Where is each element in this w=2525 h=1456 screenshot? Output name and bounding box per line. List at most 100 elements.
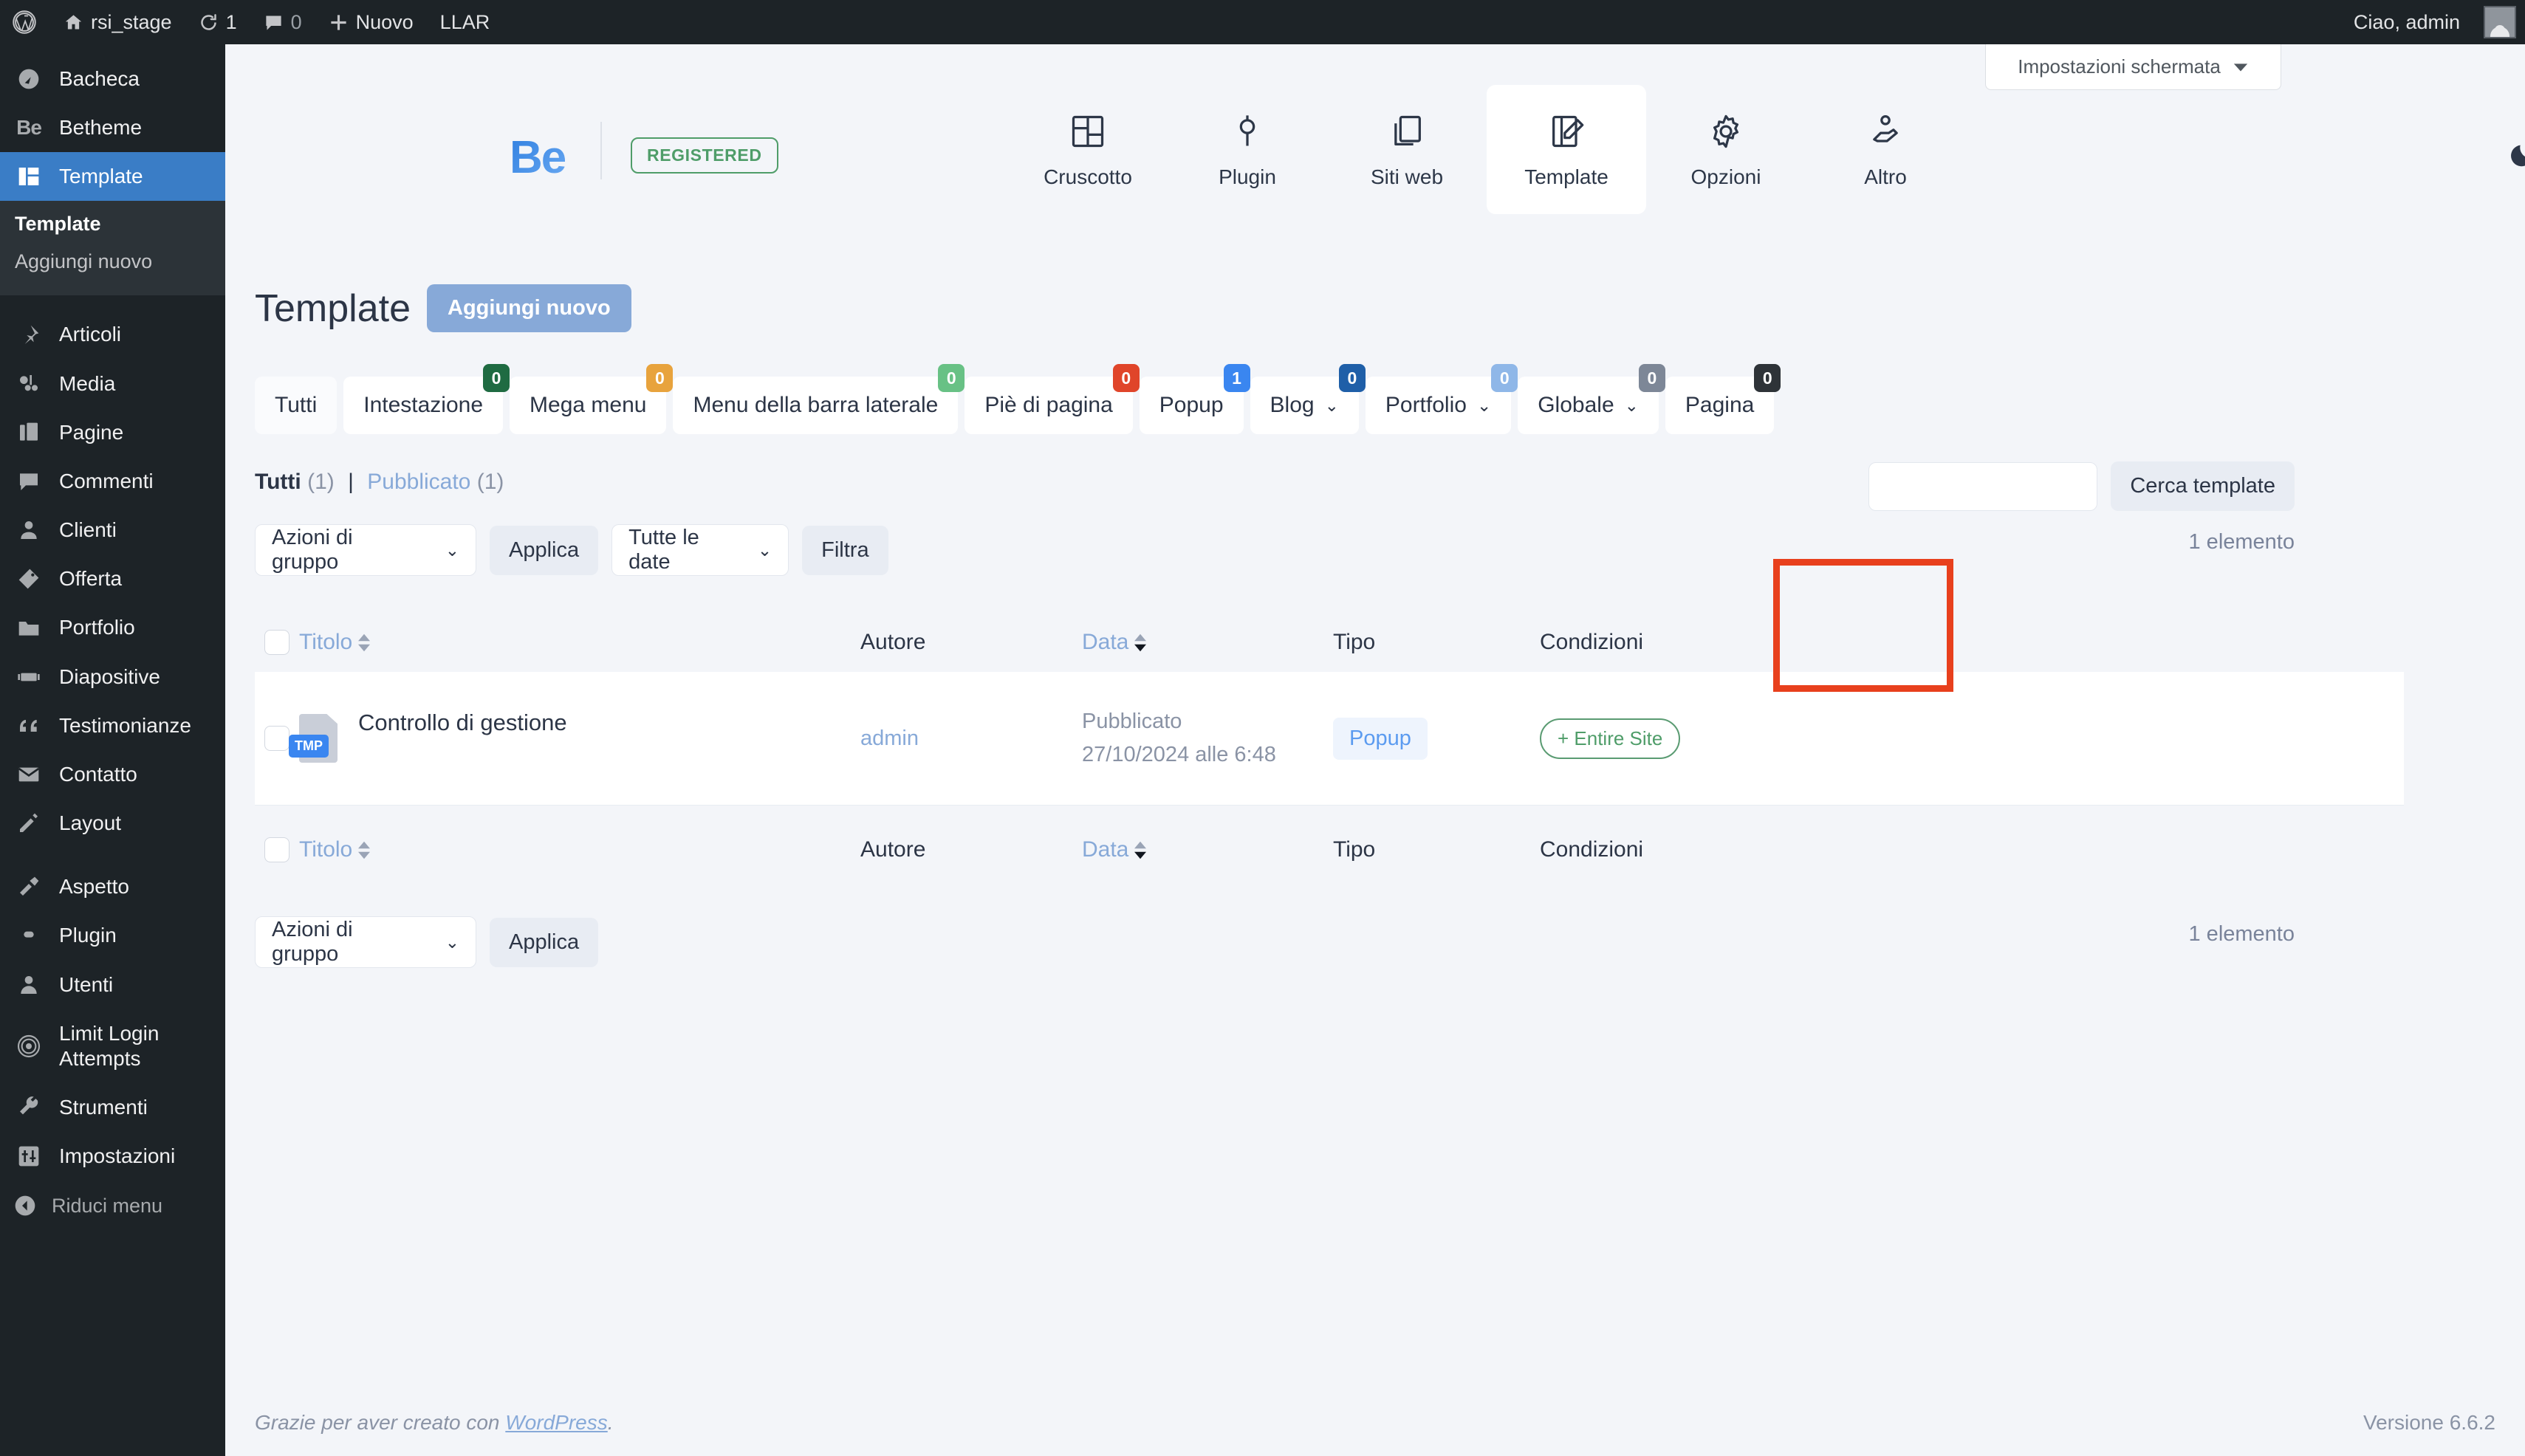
wordpress-logo-menu[interactable]	[0, 0, 50, 44]
filter-tab-count-badge: 0	[483, 364, 510, 392]
column-header-date[interactable]: Data	[1082, 630, 1333, 655]
filter-tab-label: Tutti	[275, 393, 318, 417]
select-all-checkbox-top-cell	[255, 630, 299, 655]
sidebar-item-portfolio[interactable]: Portfolio	[0, 603, 225, 652]
apply-button-top[interactable]: Applica	[490, 525, 599, 575]
wordpress-link[interactable]: WordPress	[505, 1411, 607, 1434]
folder-icon	[13, 616, 44, 639]
sidebar-item-label: Layout	[59, 811, 122, 835]
new-content-menu[interactable]: Nuovo	[315, 0, 427, 44]
greeting-label: Ciao, admin	[2353, 10, 2460, 33]
collapse-menu-label: Riduci menu	[52, 1194, 163, 1217]
sidebar-item-contatto[interactable]: Contatto	[0, 750, 225, 799]
sidebar-item-clienti[interactable]: Clienti	[0, 506, 225, 554]
filter-tab-popup[interactable]: Popup 1	[1139, 364, 1250, 434]
filter-tab-intestazione[interactable]: Intestazione 0	[343, 364, 510, 434]
avatar[interactable]	[2484, 6, 2516, 38]
sidebar-item-pagine[interactable]: Pagine	[0, 408, 225, 457]
sidebar-item-offerta[interactable]: Offerta	[0, 554, 225, 603]
submenu-item-template[interactable]: Template	[0, 205, 225, 243]
templates-table: Titolo Autore Data Tipo Condizioni TMP C…	[255, 613, 2404, 894]
site-name-menu[interactable]: rsi_stage	[50, 0, 185, 44]
filter-tab-portfolio[interactable]: Portfolio ⌄ 0	[1365, 364, 1518, 434]
sidebar-item-media[interactable]: Media	[0, 360, 225, 408]
filter-tab-mega-menu[interactable]: Mega menu 0	[510, 364, 674, 434]
media-icon	[13, 372, 44, 396]
pages-icon	[13, 421, 44, 444]
sidebar-item-label: Commenti	[59, 469, 154, 492]
filter-button[interactable]: Filtra	[802, 525, 888, 575]
sidebar-item-bacheca[interactable]: Bacheca	[0, 55, 225, 103]
sidebar-item-diapositive[interactable]: Diapositive	[0, 653, 225, 701]
column-footer-author: Autore	[860, 837, 926, 862]
sidebar-item-plugin[interactable]: Plugin	[0, 911, 225, 960]
collapse-menu-button[interactable]: Riduci menu	[0, 1181, 225, 1231]
column-footer-type: Tipo	[1333, 837, 1376, 862]
row-author-link[interactable]: admin	[860, 727, 919, 750]
row-title-link[interactable]: Controllo di gestione	[358, 710, 567, 736]
filter-tab-tutti[interactable]: Tutti	[255, 377, 338, 434]
bulk-actions-select-bottom[interactable]: Azioni di gruppo ⌄	[255, 916, 476, 968]
filter-all-label[interactable]: Tutti	[255, 470, 301, 494]
add-new-button[interactable]: Aggiungi nuovo	[427, 284, 631, 332]
select-all-checkbox-bottom-cell	[255, 837, 299, 862]
column-footer-title[interactable]: Titolo	[299, 837, 860, 862]
betheme-logo[interactable]: Be	[510, 131, 566, 184]
sidebar-item-articoli[interactable]: Articoli	[0, 310, 225, 359]
sidebar-item-impostazioni[interactable]: Impostazioni	[0, 1132, 225, 1181]
sidebar-item-label: Limit Login Attempts	[59, 1021, 160, 1070]
bulk-actions-label-top: Azioni di gruppo	[272, 526, 353, 574]
date-filter-label: Tutte le date	[628, 526, 699, 574]
betheme-tab-template[interactable]: Template	[1487, 85, 1646, 214]
select-all-checkbox-bottom[interactable]	[264, 837, 289, 862]
betheme-tab-plugin[interactable]: Plugin	[1168, 85, 1327, 214]
date-filter-select[interactable]: Tutte le date ⌄	[611, 524, 789, 576]
account-menu[interactable]: Ciao, admin	[2340, 0, 2473, 44]
sort-arrows-icon	[358, 841, 371, 859]
sidebar-item-layout[interactable]: Layout	[0, 799, 225, 848]
llar-menu[interactable]: LLAR	[427, 0, 504, 44]
dark-mode-toggle[interactable]	[2507, 140, 2525, 170]
search-input[interactable]	[1868, 461, 2098, 511]
comments-menu[interactable]: 0	[250, 0, 315, 44]
sidebar-item-label: Testimonianze	[59, 713, 191, 737]
sidebar-item-testimonianze[interactable]: Testimonianze	[0, 701, 225, 750]
betheme-tab-opzioni[interactable]: Opzioni	[1646, 85, 1806, 214]
sidebar-item-strumenti[interactable]: Strumenti	[0, 1083, 225, 1132]
submenu-item-aggiungi-nuovo[interactable]: Aggiungi nuovo	[0, 243, 225, 281]
sidebar-item-commenti[interactable]: Commenti	[0, 457, 225, 506]
apply-button-bottom[interactable]: Applica	[490, 917, 599, 967]
sidebar-item-betheme[interactable]: Be Betheme	[0, 103, 225, 152]
sidebar-item-aspetto[interactable]: Aspetto	[0, 862, 225, 911]
select-all-checkbox-top[interactable]	[264, 630, 289, 655]
sidebar-item-limit-login-attempts[interactable]: Limit Login Attempts	[0, 1009, 225, 1083]
filter-tab-count-badge: 0	[1754, 364, 1781, 392]
entire-site-condition-chip[interactable]: + Entire Site	[1540, 718, 1681, 759]
template-file-icon: TMP	[289, 714, 338, 763]
template-type-filter-tabs: Tutti Intestazione 0 Mega menu 0 Menu della b…	[225, 332, 2525, 434]
chevron-down-icon: ⌄	[757, 540, 772, 560]
sidebar-item-template[interactable]: Template	[0, 152, 225, 202]
filter-published-link[interactable]: Pubblicato	[367, 470, 470, 494]
column-footer-date[interactable]: Data	[1082, 837, 1333, 862]
filter-tab-pi-di-pagina[interactable]: Piè di pagina 0	[965, 364, 1140, 434]
filter-tab-globale[interactable]: Globale ⌄ 0	[1518, 364, 1665, 434]
search-button[interactable]: Cerca template	[2111, 461, 2295, 511]
column-header-title[interactable]: Titolo	[299, 630, 860, 655]
filter-tab-label: Pagina	[1685, 393, 1755, 417]
offer-tag-icon	[13, 567, 44, 591]
sidebar-item-utenti[interactable]: Utenti	[0, 961, 225, 1009]
table-row[interactable]: TMP Controllo di gestione admin Pubblica…	[255, 672, 2404, 805]
betheme-tab-siti-web[interactable]: Siti web	[1327, 85, 1487, 214]
filter-tab-pagina[interactable]: Pagina 0	[1665, 364, 1781, 434]
updates-menu[interactable]: 1	[185, 0, 250, 44]
filter-tab-menu-della-barra-laterale[interactable]: Menu della barra laterale 0	[673, 364, 965, 434]
filter-tab-blog[interactable]: Blog ⌄ 0	[1250, 364, 1366, 434]
comments-count: 0	[290, 10, 302, 33]
betheme-tab-cruscotto[interactable]: Cruscotto	[1008, 85, 1168, 214]
row-type-badge[interactable]: Popup	[1333, 717, 1428, 760]
row-checkbox[interactable]	[264, 726, 289, 751]
bulk-actions-select-top[interactable]: Azioni di gruppo ⌄	[255, 524, 476, 576]
chevron-down-icon: ⌄	[445, 540, 459, 560]
betheme-tab-altro[interactable]: Altro	[1806, 85, 1965, 214]
